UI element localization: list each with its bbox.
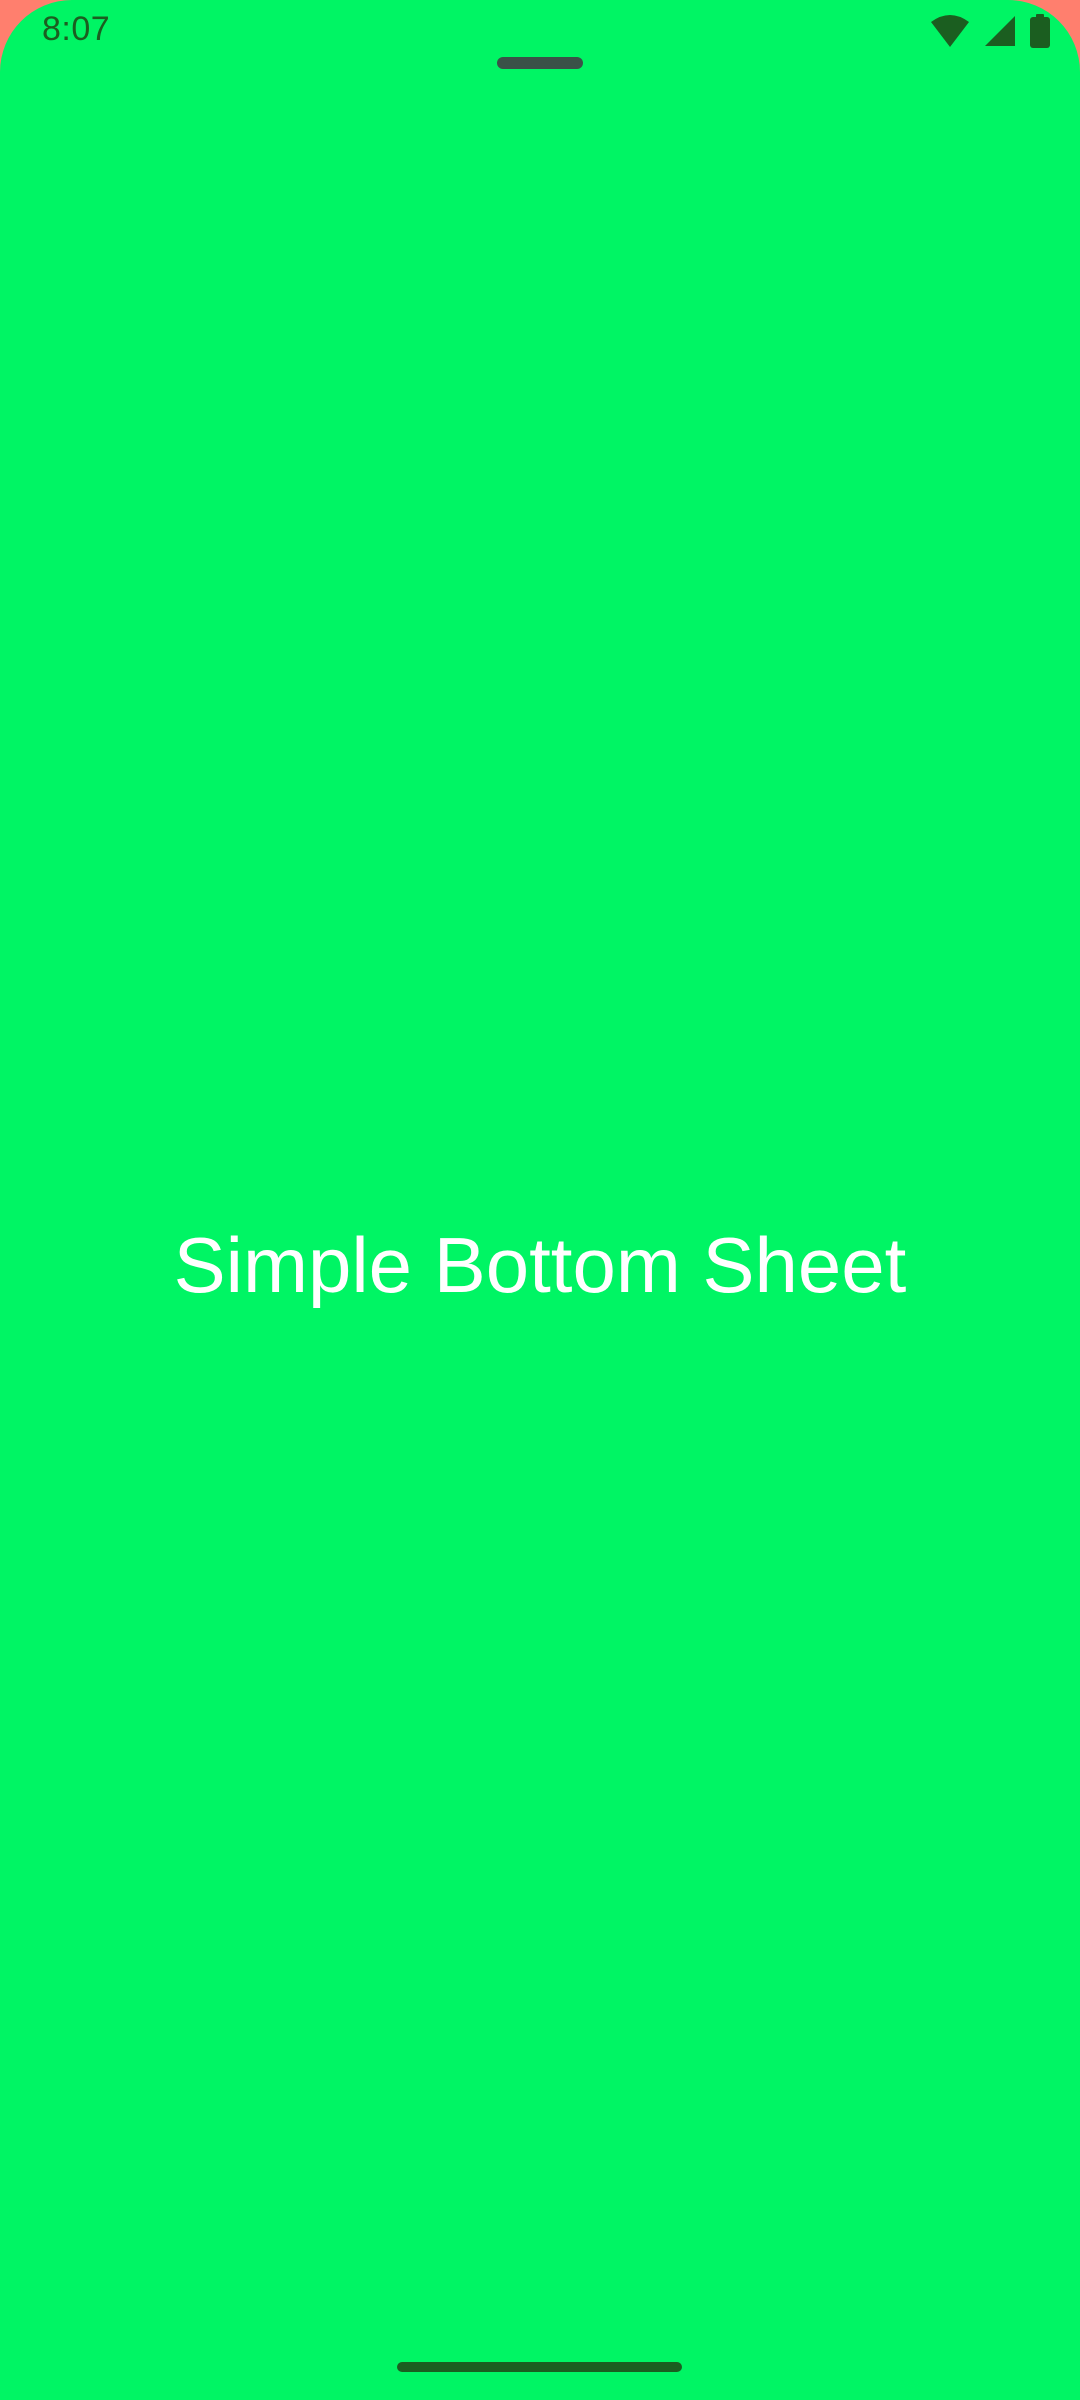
status-time: 8:07 xyxy=(42,10,111,48)
screen: 8:07 Simple Bottom Sheet xyxy=(0,0,1080,2400)
wifi-icon xyxy=(930,14,970,48)
status-icons xyxy=(930,14,1050,48)
battery-icon xyxy=(1030,14,1050,48)
status-bar: 8:07 xyxy=(0,0,1080,64)
cellular-signal-icon xyxy=(984,15,1016,47)
bottom-sheet[interactable]: 8:07 Simple Bottom Sheet xyxy=(0,0,1080,2400)
gesture-navigation-bar[interactable] xyxy=(397,2362,682,2372)
drag-handle[interactable] xyxy=(497,57,583,69)
sheet-title: Simple Bottom Sheet xyxy=(173,1221,907,1309)
